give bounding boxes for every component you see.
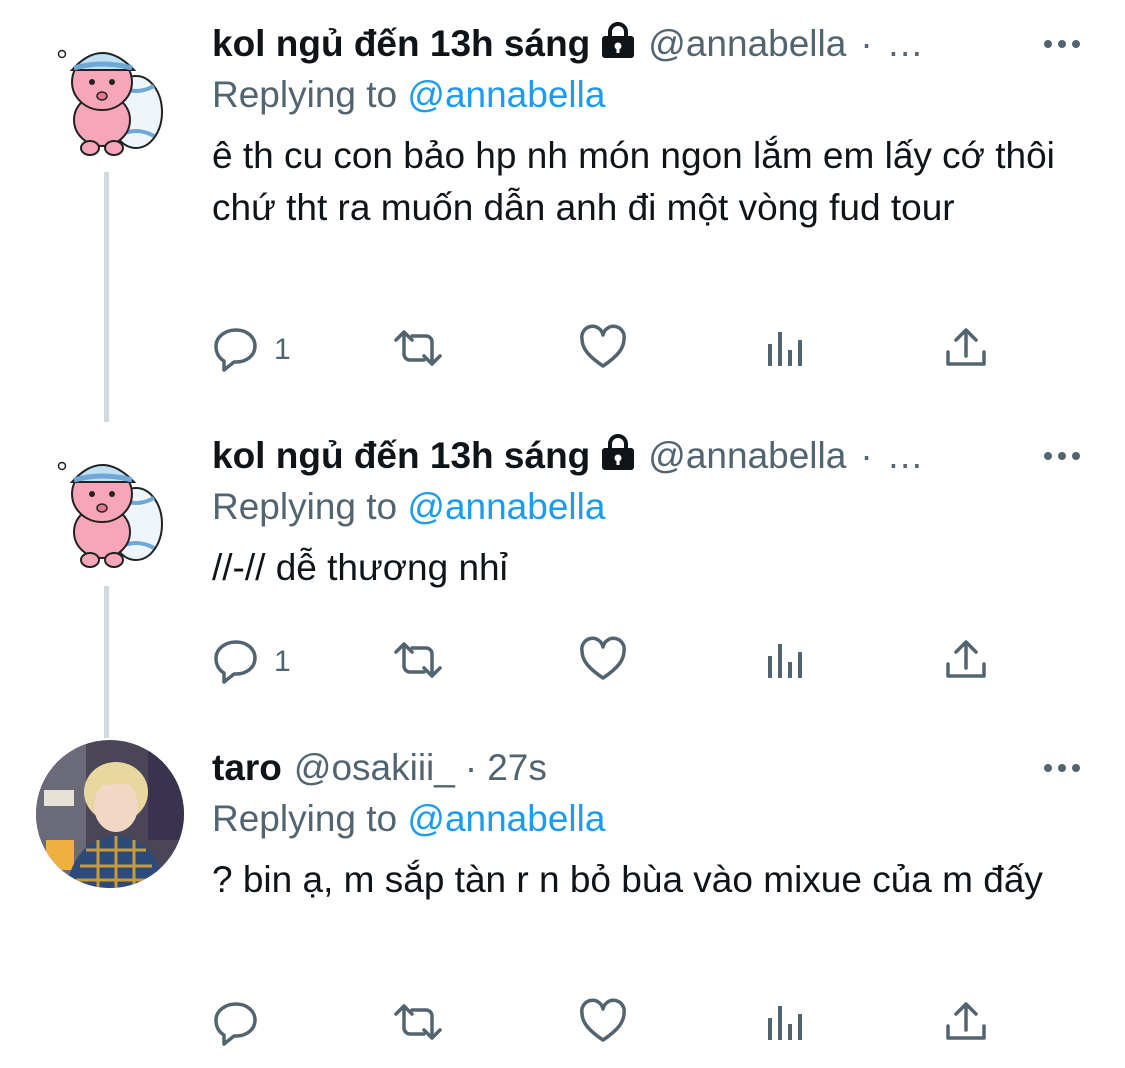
reply-button[interactable]: 1 [212, 634, 291, 690]
retweet-button[interactable] [388, 322, 448, 378]
tweet-text: ? bin ạ, m sắp tàn r n bỏ bùa vào mixue … [212, 859, 1043, 900]
replying-to: Replying to @annabella [212, 74, 605, 116]
analytics-button[interactable] [764, 996, 808, 1052]
heart-icon [578, 998, 628, 1051]
more-options-icon[interactable] [1042, 748, 1082, 788]
lock-icon [598, 433, 638, 479]
tweet-text: ê th cu con bảo hp nh món ngon lắm em lấ… [212, 135, 1055, 228]
reply-icon [212, 324, 260, 377]
avatar[interactable] [36, 436, 184, 584]
avatar[interactable] [36, 740, 184, 888]
reply-icon [212, 636, 260, 689]
analytics-icon [764, 636, 808, 689]
heart-icon [578, 324, 628, 377]
analytics-button[interactable] [764, 322, 808, 378]
retweet-icon [388, 324, 448, 377]
action-bar [212, 996, 1012, 1052]
handle[interactable]: @osakiii_ [294, 747, 455, 789]
like-button[interactable] [578, 634, 628, 690]
more-options-icon[interactable] [1042, 24, 1082, 64]
reply-icon [212, 998, 260, 1051]
tweet-text: //-// dễ thương nhỉ [212, 547, 508, 588]
reply-button[interactable] [212, 996, 274, 1052]
avatar[interactable] [36, 24, 184, 172]
tweet-header: kol ngủ đến 13h sáng @annabella · … [212, 428, 924, 484]
tweet-header: taro @osakiii_ · 27s [212, 740, 547, 796]
retweet-icon [388, 636, 448, 689]
analytics-button[interactable] [764, 634, 808, 690]
replying-to: Replying to @annabella [212, 798, 605, 840]
replying-to-label: Replying to [212, 798, 398, 839]
tweet[interactable]: taro @osakiii_ · 27s Replying to @annabe… [0, 740, 1125, 1060]
display-name[interactable]: taro [212, 747, 282, 789]
retweet-icon [388, 998, 448, 1051]
analytics-icon [764, 998, 808, 1051]
action-bar: 1 [212, 322, 1012, 378]
handle[interactable]: @annabella [648, 23, 846, 65]
timestamp[interactable]: 27s [487, 747, 547, 789]
display-name[interactable]: kol ngủ đến 13h sáng [212, 23, 590, 65]
timestamp[interactable]: … [887, 23, 924, 65]
timestamp[interactable]: … [887, 435, 924, 477]
replying-to-link[interactable]: @annabella [407, 486, 605, 527]
share-button[interactable] [942, 634, 990, 690]
reply-count: 1 [274, 645, 291, 678]
reply-count: 1 [274, 333, 291, 366]
retweet-button[interactable] [388, 996, 448, 1052]
replying-to-label: Replying to [212, 486, 398, 527]
tweet[interactable]: kol ngủ đến 13h sáng @annabella · … Repl… [0, 16, 1125, 406]
replying-to-link[interactable]: @annabella [407, 74, 605, 115]
display-name[interactable]: kol ngủ đến 13h sáng [212, 435, 590, 477]
heart-icon [578, 636, 628, 689]
analytics-icon [764, 324, 808, 377]
action-bar: 1 [212, 634, 1012, 690]
like-button[interactable] [578, 322, 628, 378]
replying-to-label: Replying to [212, 74, 398, 115]
tweet[interactable]: kol ngủ đến 13h sáng @annabella · … Repl… [0, 428, 1125, 718]
share-icon [942, 636, 990, 689]
retweet-button[interactable] [388, 634, 448, 690]
share-button[interactable] [942, 322, 990, 378]
share-icon [942, 324, 990, 377]
separator: · [860, 435, 873, 476]
replying-to-link[interactable]: @annabella [407, 798, 605, 839]
like-button[interactable] [578, 996, 628, 1052]
share-icon [942, 998, 990, 1051]
separator: · [860, 23, 873, 64]
lock-icon [598, 21, 638, 67]
handle[interactable]: @annabella [648, 435, 846, 477]
share-button[interactable] [942, 996, 990, 1052]
replying-to: Replying to @annabella [212, 486, 605, 528]
reply-button[interactable]: 1 [212, 322, 291, 378]
separator: · [464, 747, 478, 788]
tweet-header: kol ngủ đến 13h sáng @annabella · … [212, 16, 924, 72]
more-options-icon[interactable] [1042, 436, 1082, 476]
